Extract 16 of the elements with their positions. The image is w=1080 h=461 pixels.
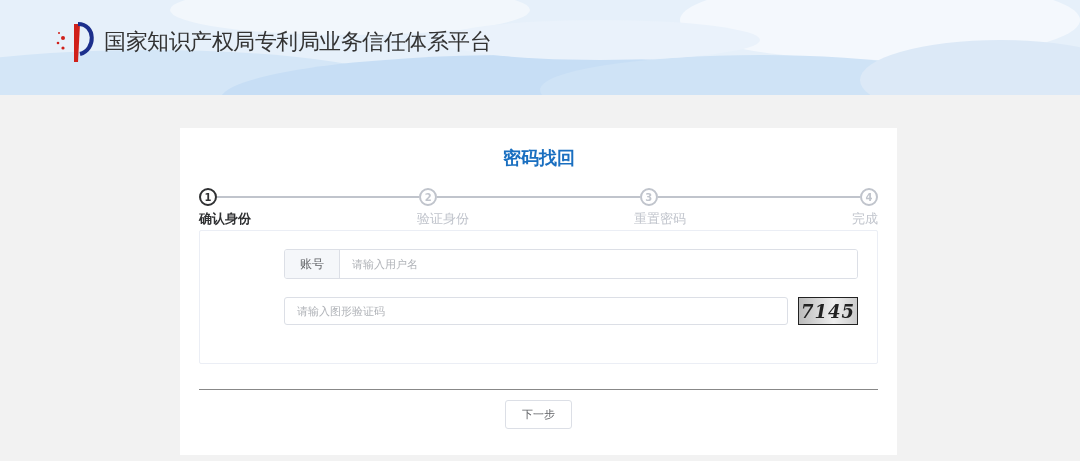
step-number: 4 (860, 188, 878, 206)
step-label: 确认身份 (199, 210, 251, 228)
step-label: 完成 (851, 210, 878, 228)
step-label: 验证身份 (416, 210, 469, 228)
captcha-field[interactable]: 请输入图形验证码 (284, 297, 788, 325)
step-number: 2 (419, 188, 438, 206)
step-label: 重置密码 (634, 210, 687, 228)
step-number: 3 (639, 188, 658, 206)
step-number: 1 (199, 188, 217, 206)
field-label: 账号 (285, 250, 340, 278)
logo-icon (54, 20, 96, 64)
site-title: 国家知识产权局专利局业务信任体系平台 (104, 28, 491, 56)
captcha-image[interactable]: 7145 (798, 297, 858, 325)
page-title: 密码找回 (501, 146, 576, 170)
account-field[interactable]: 账号 请输入用户名 (284, 249, 858, 279)
next-button[interactable]: 下一步 (505, 400, 572, 429)
